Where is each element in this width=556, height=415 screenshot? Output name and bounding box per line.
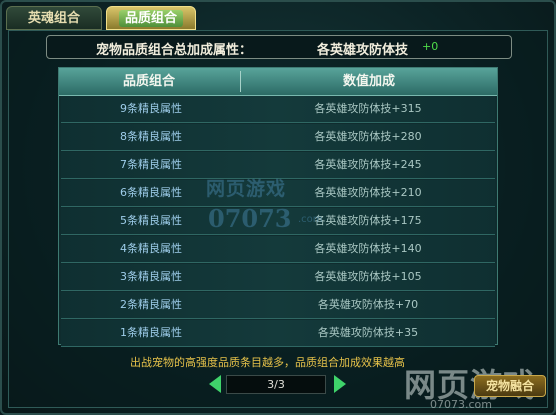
quality-combo-table: 品质组合 数值加成 9条精良属性 各英雄攻防体技+315 8条精良属性 各英雄攻… <box>58 67 498 347</box>
column-header-combo: 品质组合 <box>122 74 175 89</box>
row-combo: 1条精良属性 <box>120 326 182 339</box>
row-bonus: 各英雄攻防体技+35 <box>317 326 419 339</box>
table-row: 2条精良属性 各英雄攻防体技+70 <box>61 292 495 319</box>
next-page-arrow-icon[interactable] <box>334 375 346 393</box>
row-combo: 9条精良属性 <box>120 102 182 115</box>
tab-hero-soul-combo-label: 英魂组合 <box>27 11 80 26</box>
table-row: 9条精良属性 各英雄攻防体技+315 <box>61 96 495 123</box>
row-bonus: 各英雄攻防体技+105 <box>314 270 422 283</box>
row-bonus: 各英雄攻防体技+210 <box>314 186 422 199</box>
table-row: 5条精良属性 各英雄攻防体技+175 <box>61 208 495 235</box>
summary-bonus: +0 <box>422 40 439 53</box>
tab-quality-combo[interactable]: 品质组合 <box>106 6 196 30</box>
table-row: 3条精良属性 各英雄攻防体技+105 <box>61 264 495 291</box>
row-combo: 8条精良属性 <box>120 130 182 143</box>
row-combo: 6条精良属性 <box>120 186 182 199</box>
row-bonus: 各英雄攻防体技+70 <box>317 298 419 311</box>
total-bonus-summary: 宠物品质组合总加成属性： 各英雄攻防体技 +0 <box>46 35 512 59</box>
table-row: 4条精良属性 各英雄攻防体技+140 <box>61 236 495 263</box>
row-combo: 7条精良属性 <box>120 158 182 171</box>
row-combo: 3条精良属性 <box>120 270 182 283</box>
quality-combo-note: 出战宠物的高强度品质条目越多，品质组合加成效果越高 <box>130 356 405 369</box>
row-combo: 2条精良属性 <box>120 298 182 311</box>
table-row: 8条精良属性 各英雄攻防体技+280 <box>61 124 495 151</box>
row-combo: 4条精良属性 <box>120 242 182 255</box>
summary-value: 各英雄攻防体技 <box>317 43 409 58</box>
table-row: 1条精良属性 各英雄攻防体技+35 <box>61 320 495 347</box>
table-header: 品质组合 数值加成 <box>59 68 497 96</box>
tab-hero-soul-combo[interactable]: 英魂组合 <box>6 6 102 30</box>
summary-label: 宠物品质组合总加成属性： <box>96 43 253 58</box>
column-header-bonus: 数值加成 <box>342 74 395 89</box>
pet-fusion-button[interactable]: 宠物融合 <box>474 375 546 397</box>
row-bonus: 各英雄攻防体技+175 <box>314 214 422 227</box>
corner-watermark-domain: 07073.com <box>430 398 492 411</box>
row-bonus: 各英雄攻防体技+140 <box>314 242 422 255</box>
row-bonus: 各英雄攻防体技+315 <box>314 102 422 115</box>
row-bonus: 各英雄攻防体技+245 <box>314 158 422 171</box>
tab-quality-combo-label: 品质组合 <box>118 10 183 27</box>
prev-page-arrow-icon[interactable] <box>209 375 221 393</box>
row-bonus: 各英雄攻防体技+280 <box>314 130 422 143</box>
table-row: 6条精良属性 各英雄攻防体技+210 <box>61 180 495 207</box>
table-row: 7条精良属性 各英雄攻防体技+245 <box>61 152 495 179</box>
page-indicator: 3/3 <box>226 375 326 394</box>
row-combo: 5条精良属性 <box>120 214 182 227</box>
